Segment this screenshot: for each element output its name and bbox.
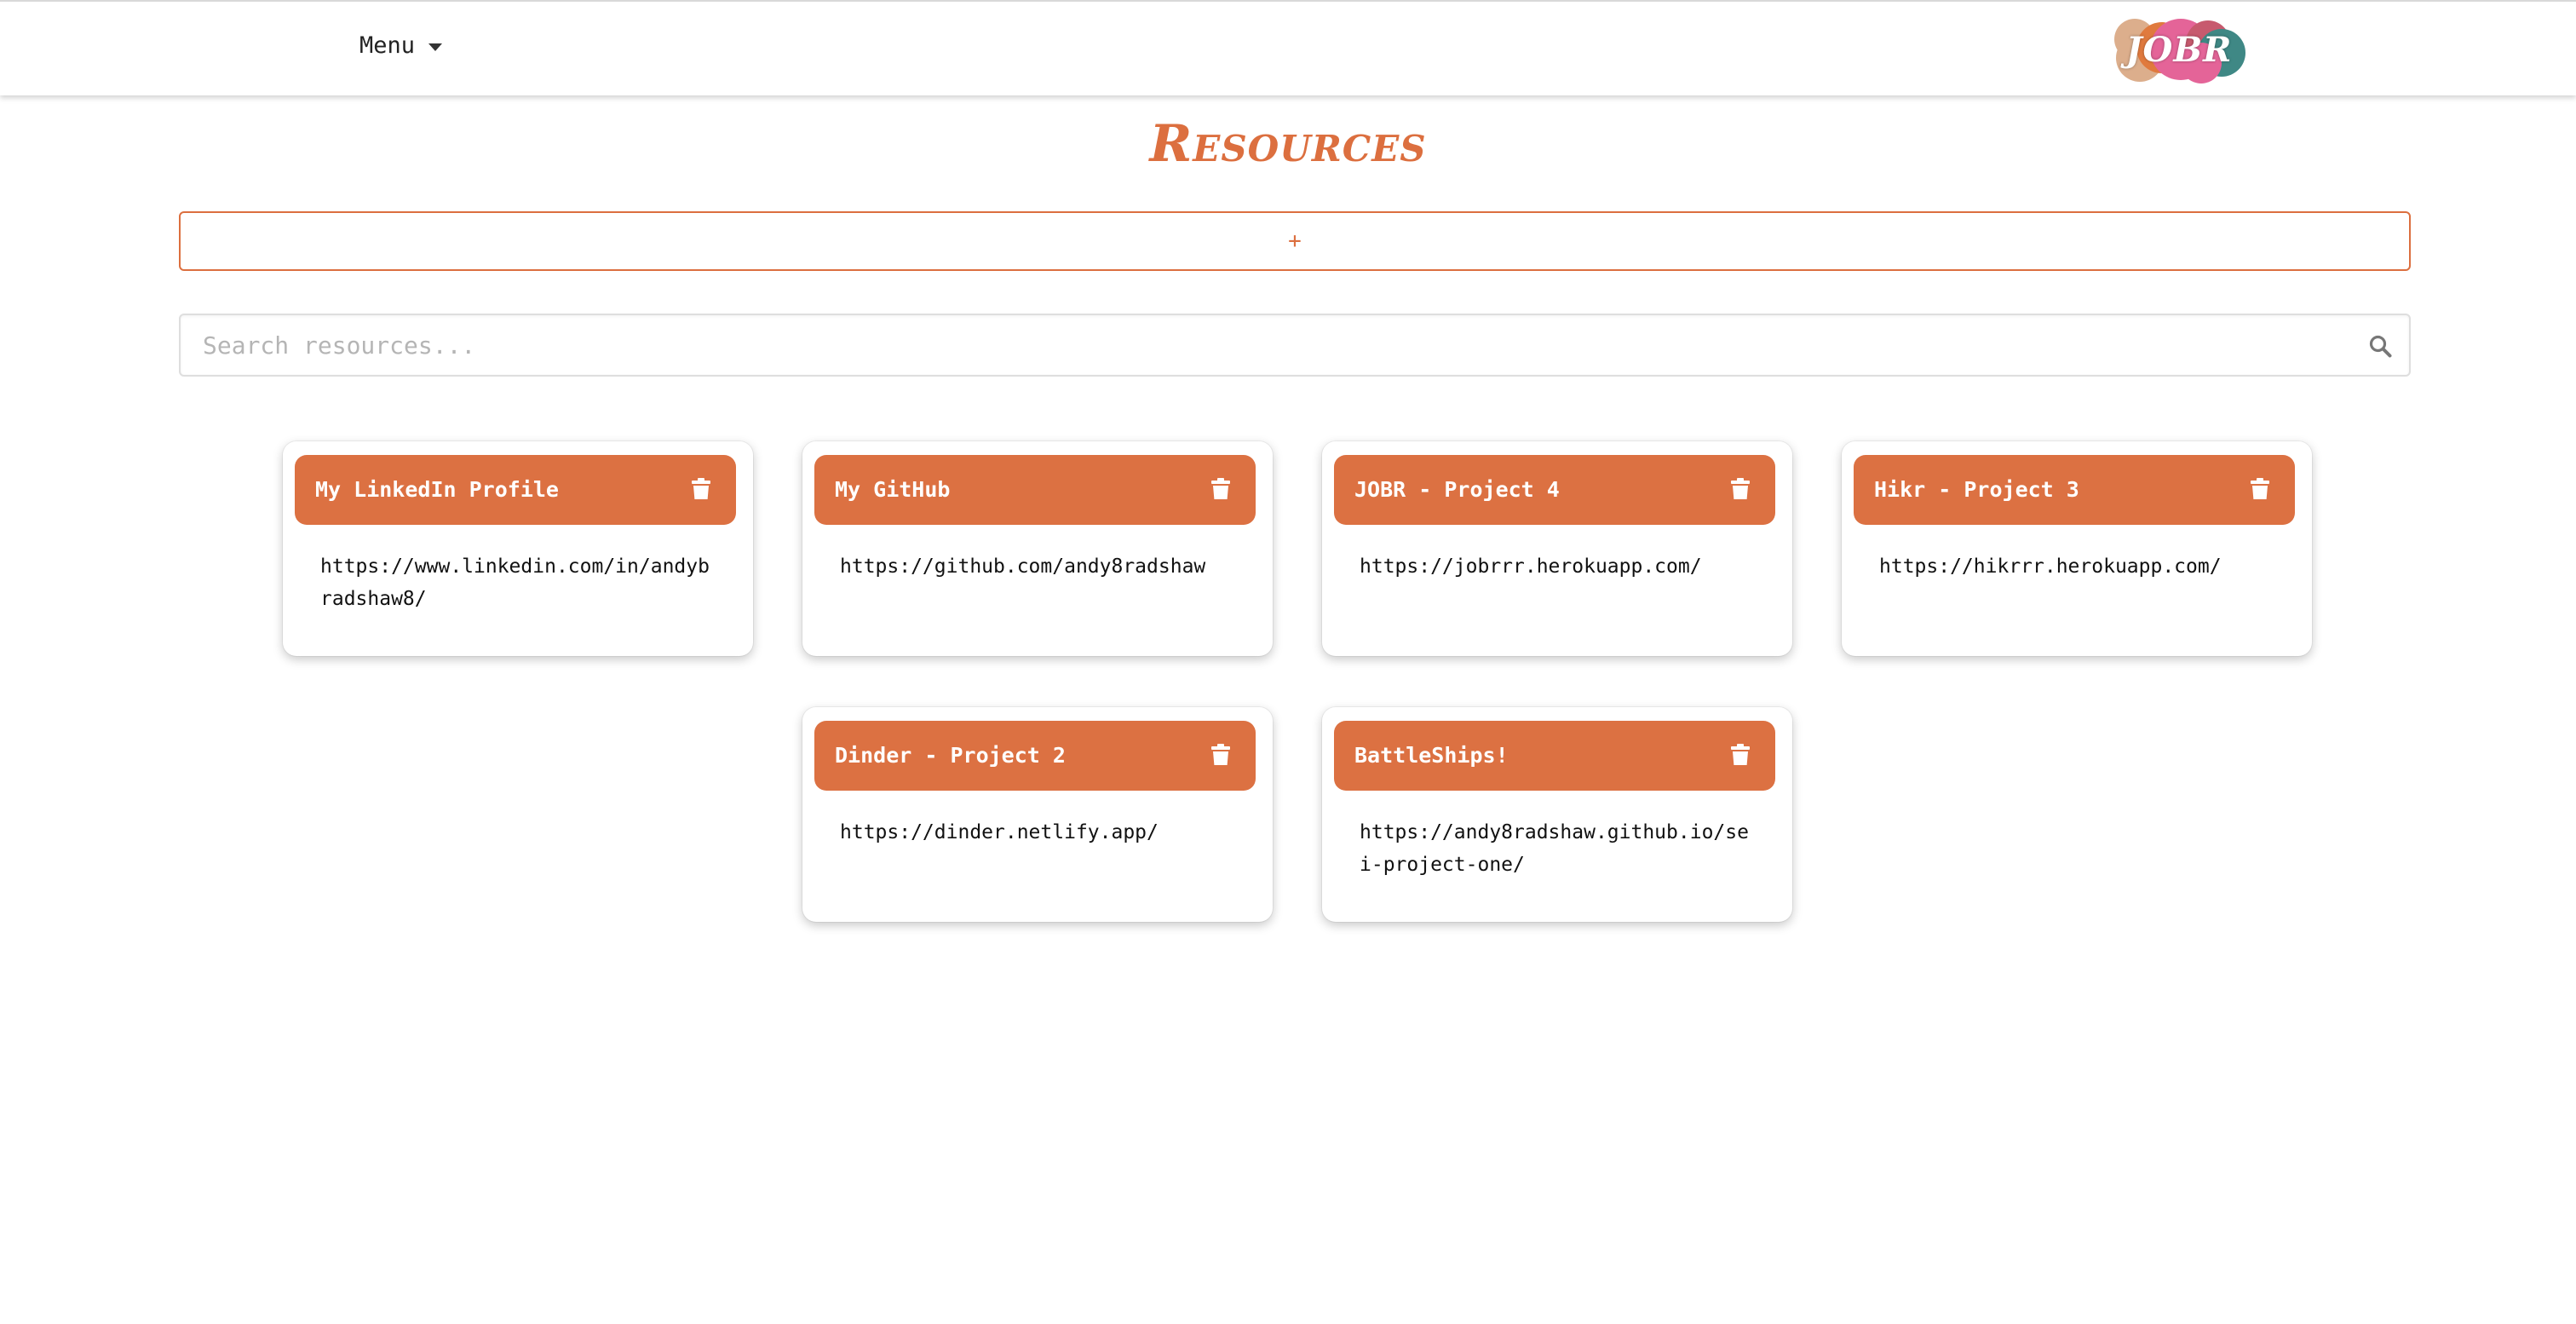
- search-bar: [179, 314, 2411, 377]
- trash-icon[interactable]: [1731, 478, 1750, 500]
- resource-url[interactable]: https://jobrrr.herokuapp.com/: [1360, 550, 1751, 583]
- resource-card-header: JOBR - Project 4: [1334, 455, 1775, 525]
- trash-icon[interactable]: [1731, 744, 1750, 766]
- trash-icon[interactable]: [692, 478, 710, 500]
- resource-url[interactable]: https://github.com/andy8radshaw: [840, 550, 1232, 583]
- resource-card: Hikr - Project 3 https://hikrrr.herokuap…: [1842, 441, 2312, 656]
- page-title: Resources: [1149, 114, 1427, 174]
- resource-title: BattleShips!: [1354, 743, 1509, 768]
- resource-url[interactable]: https://andy8radshaw.github.io/sei-proje…: [1360, 816, 1751, 881]
- search-input[interactable]: [181, 315, 2344, 375]
- resource-title: Dinder - Project 2: [835, 743, 1066, 768]
- resource-card-header: My LinkedIn Profile: [295, 455, 736, 525]
- resource-url[interactable]: https://dinder.netlify.app/: [840, 816, 1232, 849]
- resource-title: My LinkedIn Profile: [315, 477, 559, 502]
- resource-card: BattleShips! https://andy8radshaw.github…: [1322, 707, 1792, 922]
- trash-icon[interactable]: [1211, 744, 1230, 766]
- resource-card-header: BattleShips!: [1334, 721, 1775, 791]
- resource-card: JOBR - Project 4 https://jobrrr.herokuap…: [1322, 441, 1792, 656]
- trash-icon[interactable]: [1211, 478, 1230, 500]
- add-resource-button[interactable]: +: [179, 211, 2411, 271]
- resource-title: JOBR - Project 4: [1354, 477, 1560, 502]
- logo-text: JOBR: [2125, 29, 2233, 70]
- resource-url[interactable]: https://www.linkedin.com/in/andybradshaw…: [320, 550, 712, 615]
- resource-card: Dinder - Project 2 https://dinder.netlif…: [802, 707, 1273, 922]
- resource-card-header: Hikr - Project 3: [1854, 455, 2295, 525]
- resource-title: My GitHub: [835, 477, 951, 502]
- menu-label: Menu: [359, 32, 416, 59]
- resource-title: Hikr - Project 3: [1874, 477, 2079, 502]
- menu-dropdown[interactable]: Menu: [359, 32, 443, 59]
- resource-card-header: My GitHub: [814, 455, 1256, 525]
- resource-card: My GitHub https://github.com/andy8radsha…: [802, 441, 1273, 656]
- resource-card-header: Dinder - Project 2: [814, 721, 1256, 791]
- jobr-logo[interactable]: JOBR: [2109, 10, 2249, 89]
- search-icon[interactable]: [2368, 334, 2392, 358]
- resource-card: My LinkedIn Profile https://www.linkedin…: [283, 441, 753, 656]
- navbar: Menu JOBR: [0, 0, 2576, 95]
- trash-icon[interactable]: [2251, 478, 2269, 500]
- resource-url[interactable]: https://hikrrr.herokuapp.com/: [1879, 550, 2271, 583]
- caret-down-icon: [428, 43, 443, 51]
